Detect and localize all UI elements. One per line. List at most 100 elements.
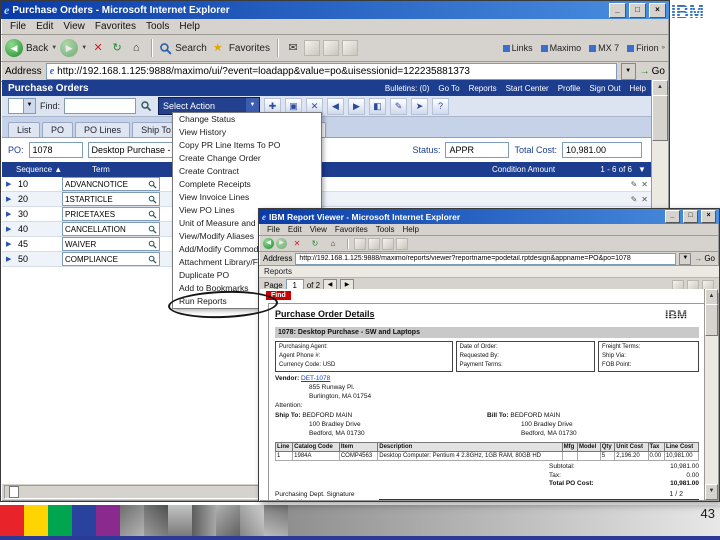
- go-button[interactable]: → Go: [640, 66, 665, 77]
- menu-bar-item[interactable]: View: [306, 225, 331, 234]
- menu-bar-item[interactable]: File: [263, 225, 284, 234]
- menu-bar-item[interactable]: Help: [398, 225, 422, 234]
- term-detail-icon[interactable]: [148, 195, 157, 204]
- close-button[interactable]: ×: [701, 210, 716, 223]
- quick-link[interactable]: Links: [502, 43, 533, 53]
- delete-row-icon[interactable]: ✕: [641, 180, 648, 189]
- header-link[interactable]: Sign Out: [589, 84, 620, 93]
- minimize-button[interactable]: _: [609, 2, 626, 18]
- favorites-star-icon[interactable]: ★: [210, 40, 226, 56]
- search-label[interactable]: Search: [175, 43, 207, 54]
- menu-item[interactable]: Change Status: [173, 113, 321, 126]
- close-button[interactable]: ×: [649, 2, 666, 18]
- term-field[interactable]: 1STARTICLE: [62, 192, 160, 206]
- column-sequence[interactable]: Sequence ▲: [6, 165, 88, 174]
- back-icon[interactable]: ◀: [5, 39, 23, 57]
- tab[interactable]: List: [8, 122, 41, 137]
- download-icon[interactable]: ▼: [636, 165, 648, 174]
- forward-icon[interactable]: ▶: [60, 39, 79, 57]
- change-status-icon[interactable]: ◧: [369, 97, 387, 115]
- address-input[interactable]: e http://192.168.1.125:9888/maximo/ui/?e…: [45, 63, 617, 80]
- edit-row-icon[interactable]: ✎: [631, 195, 638, 204]
- header-link[interactable]: Go To: [438, 84, 459, 93]
- menu-item[interactable]: Complete Receipts: [173, 178, 321, 191]
- vendor-link[interactable]: DET-1078: [301, 375, 330, 382]
- back-icon[interactable]: ◀: [263, 238, 274, 249]
- term-detail-icon[interactable]: [148, 225, 157, 234]
- header-link[interactable]: Reports: [469, 84, 497, 93]
- quick-link[interactable]: MX 7: [589, 43, 619, 53]
- favorites-icon[interactable]: [368, 237, 380, 250]
- expand-row-icon[interactable]: ▶: [6, 240, 14, 248]
- term-detail-icon[interactable]: [148, 210, 157, 219]
- expand-row-icon[interactable]: ▶: [6, 255, 14, 263]
- menu-bar-item[interactable]: Help: [174, 21, 205, 32]
- minimize-button[interactable]: _: [665, 210, 680, 223]
- expand-row-icon[interactable]: ▶: [6, 180, 14, 188]
- title-bar[interactable]: e Purchase Orders - Microsoft Internet E…: [1, 1, 669, 19]
- print-icon[interactable]: [303, 40, 320, 56]
- tab[interactable]: PO Lines: [75, 122, 131, 137]
- messenger-icon[interactable]: [341, 40, 358, 56]
- refresh-icon[interactable]: ↻: [307, 236, 323, 252]
- address-dropdown-icon[interactable]: ▼: [679, 252, 692, 265]
- term-detail-icon[interactable]: [148, 240, 157, 249]
- table-row[interactable]: ▶ 10 ADVANCNOTICE ✎ ✕: [2, 177, 652, 192]
- vertical-scrollbar[interactable]: ▲ ▼: [704, 289, 718, 500]
- header-link[interactable]: Profile: [558, 84, 581, 93]
- quick-link[interactable]: Firion: [627, 43, 659, 53]
- status-field[interactable]: APPR: [445, 142, 510, 158]
- toolbar-chevrons-icon[interactable]: »: [662, 45, 665, 51]
- maximize-button[interactable]: □: [683, 210, 698, 223]
- tab[interactable]: PO: [42, 122, 74, 137]
- scroll-up-icon[interactable]: ▲: [705, 289, 718, 305]
- stop-icon[interactable]: ✕: [289, 236, 305, 252]
- forward-caret-icon[interactable]: ▼: [81, 45, 87, 51]
- workflow-icon[interactable]: ➤: [411, 97, 429, 115]
- next-record-icon[interactable]: ▶: [348, 97, 366, 115]
- menu-bar-item[interactable]: View: [58, 21, 90, 32]
- maximize-button[interactable]: □: [629, 2, 646, 18]
- delete-row-icon[interactable]: ✕: [641, 195, 648, 204]
- menu-item[interactable]: Create Contract: [173, 165, 321, 178]
- quick-link[interactable]: Maximo: [540, 43, 581, 53]
- menu-bar-item[interactable]: Edit: [284, 225, 306, 234]
- menu-bar-item[interactable]: Tools: [141, 21, 174, 32]
- combo-caret-icon[interactable]: ▼: [23, 99, 35, 113]
- mail-icon[interactable]: ✉: [285, 40, 301, 56]
- help-icon[interactable]: ?: [432, 97, 450, 115]
- expand-row-icon[interactable]: ▶: [6, 210, 14, 218]
- attachments-icon[interactable]: ✎: [390, 97, 408, 115]
- scroll-down-icon[interactable]: ▼: [705, 484, 718, 500]
- back-label[interactable]: Back: [26, 43, 48, 54]
- menu-bar-item[interactable]: File: [5, 21, 31, 32]
- scrollbar-thumb[interactable]: [705, 304, 718, 336]
- find-input[interactable]: [64, 98, 137, 114]
- menu-item[interactable]: View History: [173, 126, 321, 139]
- table-row[interactable]: ▶ 20 1STARTICLE ✎ ✕: [2, 192, 652, 207]
- find-badge[interactable]: Find: [266, 291, 291, 300]
- menu-bar-item[interactable]: Favorites: [90, 21, 141, 32]
- address-input[interactable]: http://192.168.1.125:9888/maximo/reports…: [295, 252, 677, 265]
- menu-item[interactable]: View Invoice Lines: [173, 191, 321, 204]
- term-field[interactable]: CANCELLATION: [62, 222, 160, 236]
- menu-bar-item[interactable]: Favorites: [331, 225, 372, 234]
- home-icon[interactable]: ⌂: [128, 40, 144, 56]
- term-field[interactable]: WAIVER: [62, 237, 160, 251]
- scrollbar-thumb[interactable]: [652, 95, 668, 141]
- menu-item[interactable]: Create Change Order: [173, 152, 321, 165]
- address-dropdown-icon[interactable]: ▼: [620, 63, 636, 80]
- term-field[interactable]: ADVANCNOTICE: [62, 177, 160, 191]
- expand-row-icon[interactable]: ▶: [6, 195, 14, 203]
- mail-icon[interactable]: [396, 237, 408, 250]
- menu-bar-item[interactable]: Tools: [372, 225, 399, 234]
- home-icon[interactable]: ⌂: [325, 236, 341, 252]
- previous-record-icon[interactable]: ◀: [327, 97, 345, 115]
- menu-item[interactable]: Copy PR Line Items To PO: [173, 139, 321, 152]
- stop-icon[interactable]: ✕: [90, 40, 106, 56]
- total-cost-field[interactable]: 10,981.00: [562, 142, 642, 158]
- po-number-field[interactable]: 1078: [28, 142, 83, 158]
- search-icon[interactable]: [354, 237, 366, 250]
- print-icon[interactable]: [382, 237, 394, 250]
- query-combo[interactable]: ▼: [8, 98, 36, 114]
